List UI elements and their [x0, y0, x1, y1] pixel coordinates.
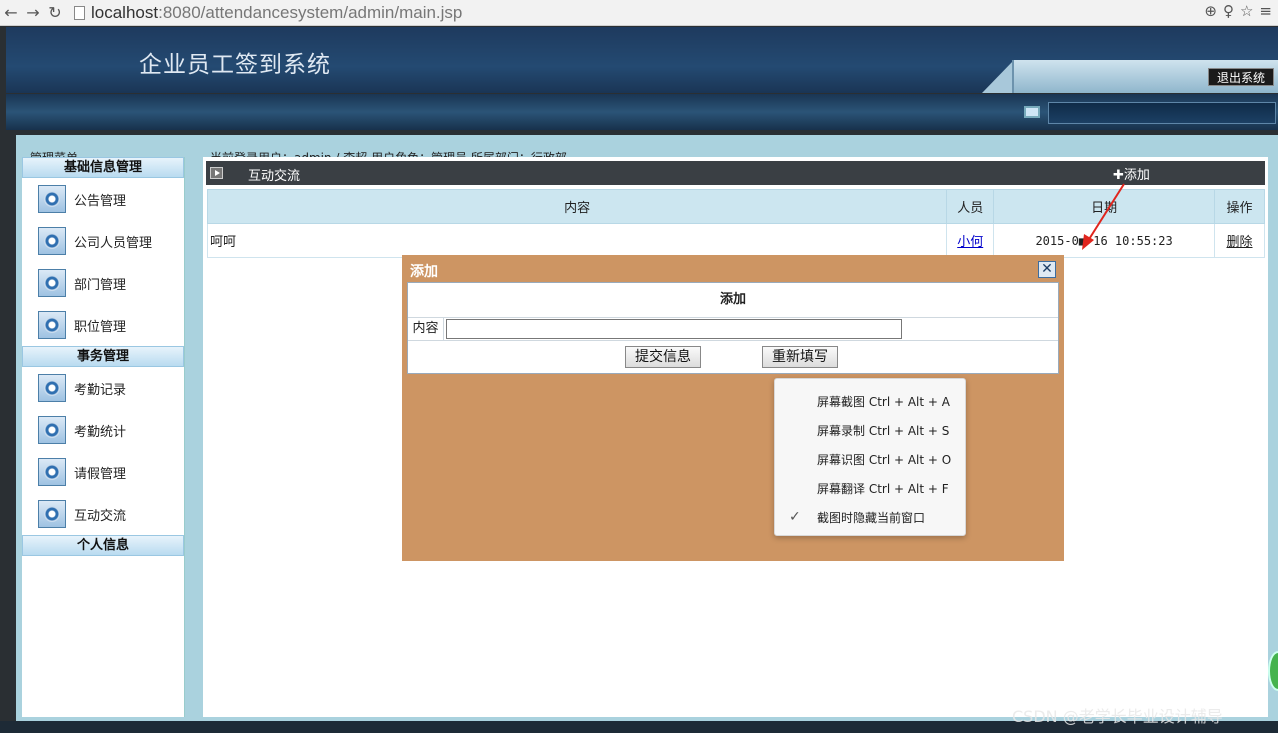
menu-item-recognize[interactable]: 屏幕识图 Ctrl + Alt + O	[817, 451, 951, 468]
gear-icon	[38, 500, 66, 528]
content-input[interactable]	[446, 319, 902, 339]
red-arrow-annotation	[1082, 183, 1125, 250]
sidebar-item-label: 公司人员管理	[74, 235, 153, 251]
browser-toolbar: ← → ↻ localhost:8080/attendancesystem/ad…	[0, 0, 1278, 26]
gear-icon	[38, 458, 66, 486]
sidebar-item-notice[interactable]: 公告管理	[22, 178, 184, 220]
gear-icon	[38, 311, 66, 339]
sidebar-group-affairs[interactable]: 事务管理	[22, 346, 184, 367]
monitor-icon	[1024, 106, 1040, 118]
address-bar[interactable]: localhost:8080/attendancesystem/admin/ma…	[74, 3, 462, 23]
checkmark-icon: ✓	[789, 509, 801, 525]
dialog-title: 添加	[410, 264, 438, 280]
header-slope	[982, 60, 1014, 93]
app-header: 企业员工签到系统 退出系统	[6, 27, 1278, 93]
submit-button[interactable]: 提交信息	[625, 346, 701, 368]
form-title: 添加	[408, 283, 1058, 318]
column-header: 操作	[1214, 189, 1265, 224]
sidebar-item-label: 职位管理	[74, 319, 127, 335]
sidebar-item-label: 请假管理	[74, 466, 127, 482]
add-link[interactable]: ✚添加	[1113, 164, 1150, 183]
bookmark-star-icon[interactable]: ☆	[1240, 2, 1253, 20]
gear-icon	[38, 227, 66, 255]
main-title: 互动交流	[248, 169, 301, 184]
menu-icon[interactable]: ≡	[1259, 2, 1272, 20]
content-label: 内容	[408, 317, 444, 341]
gear-icon	[38, 269, 66, 297]
key-icon[interactable]: ♀	[1223, 2, 1234, 20]
dialog-form: 添加 内容 提交信息 重新填写	[407, 282, 1059, 374]
cell-content: 呵呵	[206, 223, 948, 258]
reset-button[interactable]: 重新填写	[762, 346, 838, 368]
menu-item-translate[interactable]: 屏幕翻译 Ctrl + Alt + F	[817, 480, 949, 497]
gear-icon	[38, 374, 66, 402]
sidebar-item-attendance-records[interactable]: 考勤记录	[22, 367, 184, 409]
sidebar-item-leave[interactable]: 请假管理	[22, 451, 184, 493]
watermark: CSDN @老学长毕业设计辅导	[1012, 707, 1223, 726]
sidebar-item-attendance-stats[interactable]: 考勤统计	[22, 409, 184, 451]
screenshot-context-menu: 屏幕截图 Ctrl + Alt + A 屏幕录制 Ctrl + Alt + S …	[774, 378, 966, 536]
form-row: 内容	[408, 317, 1058, 341]
reload-icon[interactable]: ↻	[44, 3, 66, 22]
sidebar-group-basic[interactable]: 基础信息管理	[22, 157, 184, 178]
column-header: 人员	[946, 189, 995, 224]
sidebar-item-label: 互动交流	[74, 508, 127, 524]
play-icon	[210, 167, 223, 179]
url-path: :8080/attendancesystem/admin/main.jsp	[158, 2, 463, 22]
sidebar: 基础信息管理 公告管理 公司人员管理 部门管理 职位管理 事务管理 考勤记录 考…	[22, 157, 185, 717]
column-header: 内容	[206, 189, 948, 224]
sidebar-item-label: 考勤统计	[74, 424, 127, 440]
close-icon[interactable]: ✕	[1038, 261, 1056, 278]
back-icon[interactable]: ←	[0, 3, 22, 22]
menu-item-screenshot[interactable]: 屏幕截图 Ctrl + Alt + A	[817, 393, 950, 410]
gear-icon	[38, 416, 66, 444]
sidebar-item-label: 部门管理	[74, 277, 127, 293]
menu-item-hide-window[interactable]: 截图时隐藏当前窗口	[817, 509, 925, 526]
menu-item-record[interactable]: 屏幕录制 Ctrl + Alt + S	[817, 422, 949, 439]
forward-icon[interactable]: →	[22, 3, 44, 22]
zoom-icon[interactable]: ⊕	[1204, 2, 1217, 20]
header-subbar	[6, 94, 1278, 130]
page-icon	[74, 5, 85, 20]
url-host: localhost	[91, 2, 159, 22]
subbar-field	[1048, 102, 1276, 124]
sidebar-item-label: 公告管理	[74, 193, 127, 209]
person-link[interactable]: 小何	[957, 235, 983, 250]
delete-link[interactable]: 删除	[1227, 235, 1253, 250]
logout-button[interactable]: 退出系统	[1207, 68, 1274, 86]
sidebar-item-interaction[interactable]: 互动交流	[22, 493, 184, 535]
sidebar-item-department[interactable]: 部门管理	[22, 262, 184, 304]
sidebar-item-staff[interactable]: 公司人员管理	[22, 220, 184, 262]
sidebar-group-personal[interactable]: 个人信息	[22, 535, 184, 556]
form-buttons: 提交信息 重新填写	[408, 341, 1058, 373]
system-title: 企业员工签到系统	[139, 52, 331, 78]
sidebar-item-position[interactable]: 职位管理	[22, 304, 184, 346]
gear-icon	[38, 185, 66, 213]
sidebar-item-label: 考勤记录	[74, 382, 127, 398]
